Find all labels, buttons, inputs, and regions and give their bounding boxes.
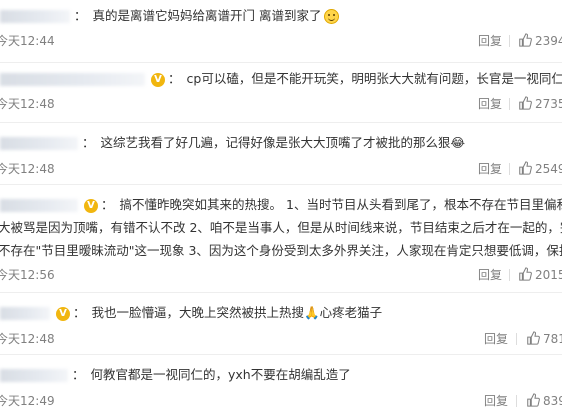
like-button[interactable]: 2735 [518, 95, 562, 113]
comment-item: ： 真的是离谱它妈妈给离谱开门 离谱到家了 今天12:44 回复 2394 [0, 0, 562, 63]
divider [516, 395, 517, 407]
like-count: 2015 [535, 268, 562, 282]
username[interactable] [0, 137, 78, 150]
username[interactable] [0, 73, 145, 86]
colon: ： [74, 8, 87, 23]
username[interactable] [0, 307, 50, 320]
like-count: 2549 [535, 162, 562, 176]
like-button[interactable]: 2549 [518, 160, 562, 178]
comment-footer: 今天12:48 回复 2549 [0, 160, 562, 178]
verified-badge-icon: V [56, 306, 70, 321]
comment-time: 今天12:56 [0, 268, 55, 282]
divider [516, 333, 517, 345]
like-button[interactable]: 2394 [518, 32, 562, 50]
like-count: 781 [543, 332, 562, 346]
colon: ： [72, 367, 85, 382]
comment-text: 大被骂是因为顶嘴，有错不认不改 2、咱不是当事人，但是从时间线来说，节目结束之后… [0, 220, 562, 235]
comment-time: 今天12:49 [0, 394, 55, 408]
thumbs-up-icon [519, 33, 532, 47]
like-count: 2394 [535, 34, 562, 48]
divider [509, 269, 510, 281]
divider [509, 35, 510, 47]
thumbs-up-icon [519, 161, 532, 175]
reply-button[interactable]: 回复 [484, 330, 508, 348]
comment-text-row: V： 我也一脸懵逼，大晚上突然被拱上热搜🙏心疼老猫子 [0, 304, 382, 322]
comment-footer: 今天12:44 回复 2394 [0, 32, 562, 50]
username[interactable] [0, 199, 78, 212]
reply-button[interactable]: 回复 [484, 392, 508, 410]
like-count: 839 [543, 394, 562, 408]
reply-button[interactable]: 回复 [478, 32, 502, 50]
comment-text-row: V： cp可以磕，但是不能开玩笑，明明张大大就有问题，长官是一视同仁的 [0, 70, 562, 88]
reply-button[interactable]: 回复 [478, 266, 502, 284]
divider [509, 98, 510, 110]
reply-button[interactable]: 回复 [478, 95, 502, 113]
colon: ： [101, 197, 114, 212]
thumbs-up-icon [527, 331, 540, 345]
colon: ： [82, 135, 95, 150]
verified-badge-icon: V [151, 72, 165, 87]
comment-text-row: ： 真的是离谱它妈妈给离谱开门 离谱到家了 [0, 7, 339, 25]
thumbs-up-icon [527, 393, 540, 407]
comment-time: 今天12:48 [0, 332, 55, 346]
smile-emoji-icon [323, 9, 339, 24]
comment-text: 搞不懂昨晚突如其来的热搜。 1、当时节目从头看到尾了，根本不存在节目里偏私，张大 [119, 197, 562, 212]
comment-item: V： 我也一脸懵逼，大晚上突然被拱上热搜🙏心疼老猫子 今天12:48 回复 781 [0, 292, 562, 355]
comment-time: 今天12:48 [0, 97, 55, 111]
like-button[interactable]: 839 [526, 392, 562, 410]
comment-text-row: ： 何教官都是一视同仁的，yxh不要在胡编乱造了 [0, 366, 351, 384]
comment-text-row: V： 搞不懂昨晚突如其来的热搜。 1、当时节目从头看到尾了，根本不存在节目里偏私，… [0, 196, 562, 214]
comment-footer: 今天12:48 回复 2735 [0, 95, 562, 113]
like-count: 2735 [535, 97, 562, 111]
comment-footer: 今天12:56 回复 2015 [0, 266, 562, 284]
comment-text: 真的是离谱它妈妈给离谱开门 离谱到家了 [92, 8, 322, 23]
colon: ： [73, 305, 86, 320]
comment-text-row: 不存在"节目里暧昧流动"这一现象 3、因为这个身份受到太多外界关注，人家现在肯定… [0, 242, 562, 260]
comment-text-row: 大被骂是因为顶嘴，有错不认不改 2、咱不是当事人，但是从时间线来说，节目结束之后… [0, 219, 562, 237]
comment-text: cp可以磕，但是不能开玩笑，明明张大大就有问题，长官是一视同仁的 [186, 71, 562, 86]
comment-item: ： 何教官都是一视同仁的，yxh不要在胡编乱造了 今天12:49 回复 839 [0, 354, 562, 418]
comment-time: 今天12:44 [0, 34, 55, 48]
username[interactable] [0, 10, 70, 23]
comment-item: ： 这综艺我看了好几遍，记得好像是张大大顶嘴了才被批的那么狠😂 今天12:48 回… [0, 122, 562, 185]
username[interactable] [0, 369, 68, 382]
divider [509, 163, 510, 175]
colon: ： [168, 71, 181, 86]
comment-text: 我也一脸懵逼，大晚上突然被拱上热搜🙏心疼老猫子 [91, 305, 383, 320]
comment-footer: 今天12:49 回复 839 [0, 392, 562, 410]
verified-badge-icon: V [84, 198, 98, 213]
like-button[interactable]: 2015 [518, 266, 562, 284]
thumbs-up-icon [519, 267, 532, 281]
comment-text-row: ： 这综艺我看了好几遍，记得好像是张大大顶嘴了才被批的那么狠😂 [0, 134, 465, 152]
comment-item: V： cp可以磕，但是不能开玩笑，明明张大大就有问题，长官是一视同仁的 今天12:… [0, 62, 562, 123]
comment-text: 这综艺我看了好几遍，记得好像是张大大顶嘴了才被批的那么狠😂 [100, 135, 466, 150]
comment-time: 今天12:48 [0, 162, 55, 176]
comment-text: 不存在"节目里暧昧流动"这一现象 3、因为这个身份受到太多外界关注，人家现在肯定… [0, 243, 562, 258]
comment-item: V： 搞不懂昨晚突如其来的热搜。 1、当时节目从头看到尾了，根本不存在节目里偏私，… [0, 184, 562, 293]
comment-text: 何教官都是一视同仁的，yxh不要在胡编乱造了 [90, 367, 351, 382]
thumbs-up-icon [519, 96, 532, 110]
reply-button[interactable]: 回复 [478, 160, 502, 178]
like-button[interactable]: 781 [526, 330, 562, 348]
comment-footer: 今天12:48 回复 781 [0, 330, 562, 348]
comment-feed: ：真的是离谱它妈妈给离谱开门 离谱到家了 今天12:44 回复 2394 V： c… [0, 0, 562, 418]
